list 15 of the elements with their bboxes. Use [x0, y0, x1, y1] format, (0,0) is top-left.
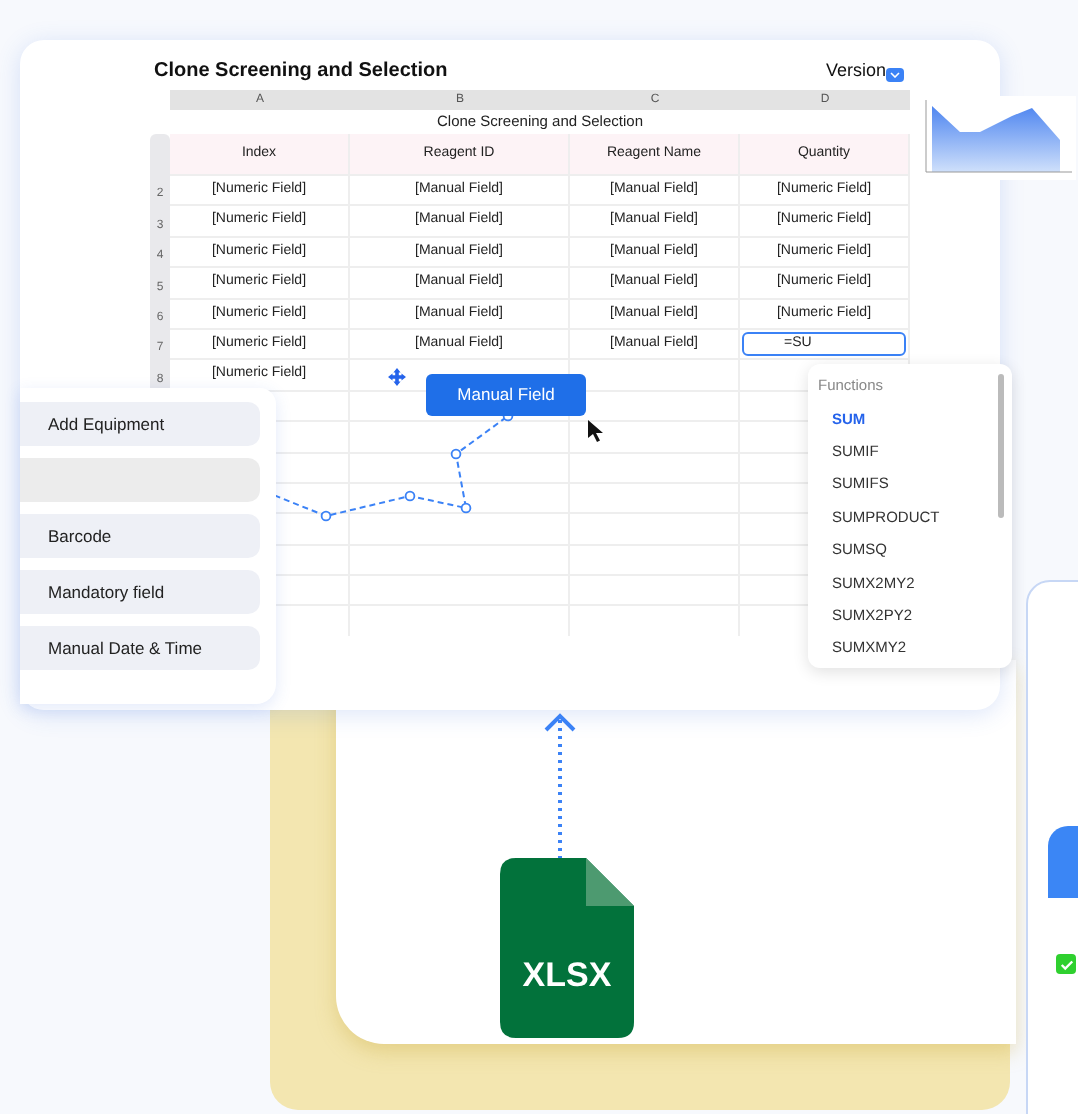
field-menu-item[interactable]: Add Equipment	[20, 402, 260, 446]
check-icon	[1059, 957, 1073, 971]
file-type-label: XLSX	[520, 954, 614, 998]
dropdown-icon[interactable]	[886, 68, 904, 82]
version-label: Version	[825, 57, 886, 84]
move-icon	[388, 368, 406, 386]
manual-field-button[interactable]: Manual Field	[426, 374, 586, 416]
cursor-icon	[588, 420, 604, 442]
field-menu-item[interactable]: Barcode	[20, 514, 260, 558]
field-menu-item[interactable]: Manual Date & Time	[20, 626, 260, 670]
file-icon	[500, 858, 634, 1038]
sheet-title: Clone Screening and Selection	[154, 58, 448, 86]
scrollbar	[998, 374, 1004, 518]
checkbox[interactable]	[1056, 954, 1076, 974]
field-menu-item[interactable]: Mandatory field	[20, 570, 260, 614]
